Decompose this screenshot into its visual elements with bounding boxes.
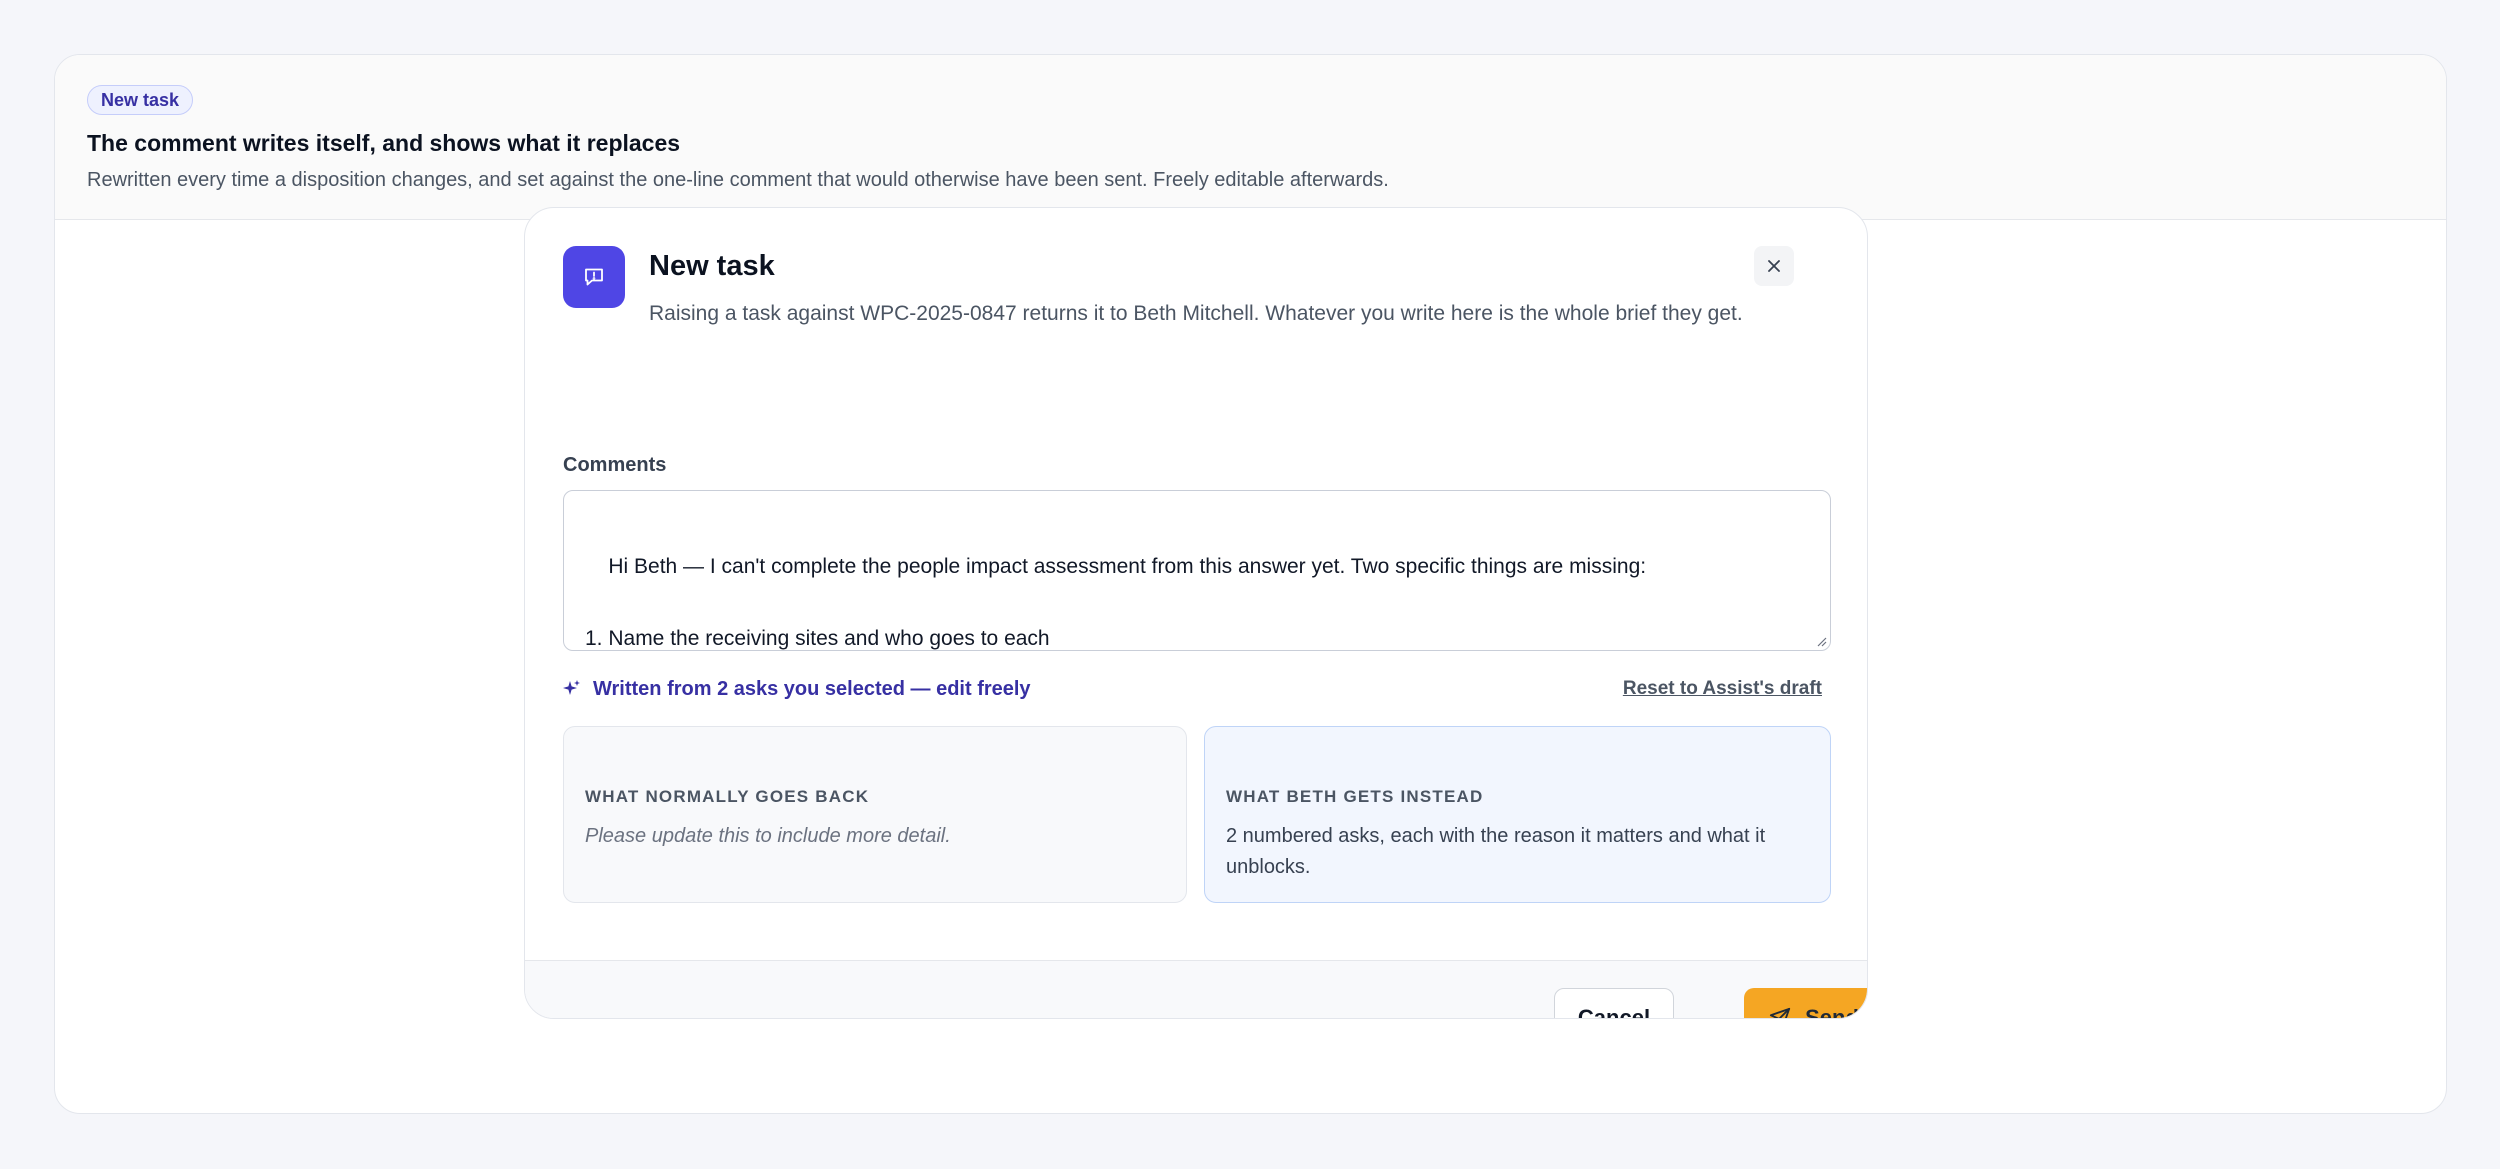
instead-comment-text: 2 numbered asks, each with the reason it… <box>1226 825 1766 878</box>
normal-comment-card: WHAT NORMALLY GOES BACK Please update th… <box>563 726 1187 903</box>
normal-comment-text: Please update this to include more detai… <box>585 825 951 847</box>
new-task-badge: New task <box>87 85 194 115</box>
close-icon <box>1768 260 1780 272</box>
panel-header: New task The comment writes itself, and … <box>55 55 2446 220</box>
comments-textarea[interactable]: Hi Beth — I can't complete the people im… <box>563 490 1831 651</box>
panel-subtitle: Rewritten every time a disposition chang… <box>87 169 1389 191</box>
dialog-title: New task <box>649 250 775 282</box>
sparkle-icon <box>563 680 580 695</box>
cancel-label: Cancel <box>1577 1005 1651 1019</box>
comments-text[interactable]: Hi Beth — I can't complete the people im… <box>585 555 1658 650</box>
send-button[interactable]: Send <box>1744 988 1867 1019</box>
message-flag-icon <box>563 246 625 308</box>
assist-row: Written from 2 asks you selected — edit … <box>563 674 1831 704</box>
panel-title: The comment writes itself, and shows wha… <box>87 130 681 156</box>
send-icon <box>1770 1007 1791 1018</box>
send-label: Send <box>1805 1005 1859 1019</box>
reset-draft-link[interactable]: Reset to Assist's draft <box>1623 678 1822 700</box>
new-task-dialog: New task Raising a task against WPC-2025… <box>524 207 1868 1019</box>
instead-comment-card: WHAT BETH GETS INSTEAD 2 numbered asks, … <box>1204 726 1831 903</box>
close-button[interactable] <box>1754 246 1794 286</box>
cancel-button[interactable]: Cancel <box>1554 988 1674 1019</box>
assist-text: Written from 2 asks you selected — edit … <box>593 677 1031 700</box>
assist-note: Written from 2 asks you selected — edit … <box>563 678 1031 701</box>
normal-comment-label: WHAT NORMALLY GOES BACK <box>585 787 870 806</box>
instead-comment-label: WHAT BETH GETS INSTEAD <box>1226 787 1484 806</box>
comments-label: Comments <box>563 454 667 476</box>
dialog-description: Raising a task against WPC-2025-0847 ret… <box>649 302 1743 325</box>
resize-grip-icon[interactable] <box>1815 635 1827 647</box>
